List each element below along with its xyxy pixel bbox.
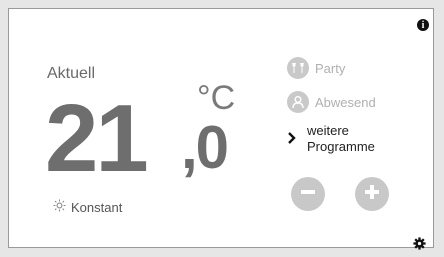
party-icon [287,57,309,79]
plus-icon [363,183,381,206]
gear-icon[interactable] [413,237,426,255]
current-temperature-integer: 21 [45,85,149,192]
thermostat-panel: Aktuell 21 °C ,0 Konstant Party Abwesend… [8,8,434,250]
mode-label: Konstant [71,199,123,215]
minus-icon [299,183,317,206]
program-party-label: Party [315,60,346,76]
more-programs-label: weitere Programme [307,123,375,155]
chevron-right-icon [287,123,297,155]
info-icon[interactable]: i [417,19,429,31]
sun-icon [53,199,66,215]
plus-button[interactable] [355,177,389,211]
more-programs-link[interactable]: weitere Programme [287,123,375,155]
minus-button[interactable] [291,177,325,211]
more-programs-line2: Programme [307,139,375,154]
mode-status: Konstant [53,199,122,215]
current-temperature-decimal: ,0 [181,114,229,181]
more-programs-line1: weitere [307,123,349,138]
temperature-unit: °C [197,79,236,117]
program-away-label: Abwesend [315,94,376,110]
program-party-button[interactable]: Party [287,57,345,79]
program-away-button[interactable]: Abwesend [287,91,376,113]
current-label: Aktuell [47,65,96,82]
away-icon [287,91,309,113]
